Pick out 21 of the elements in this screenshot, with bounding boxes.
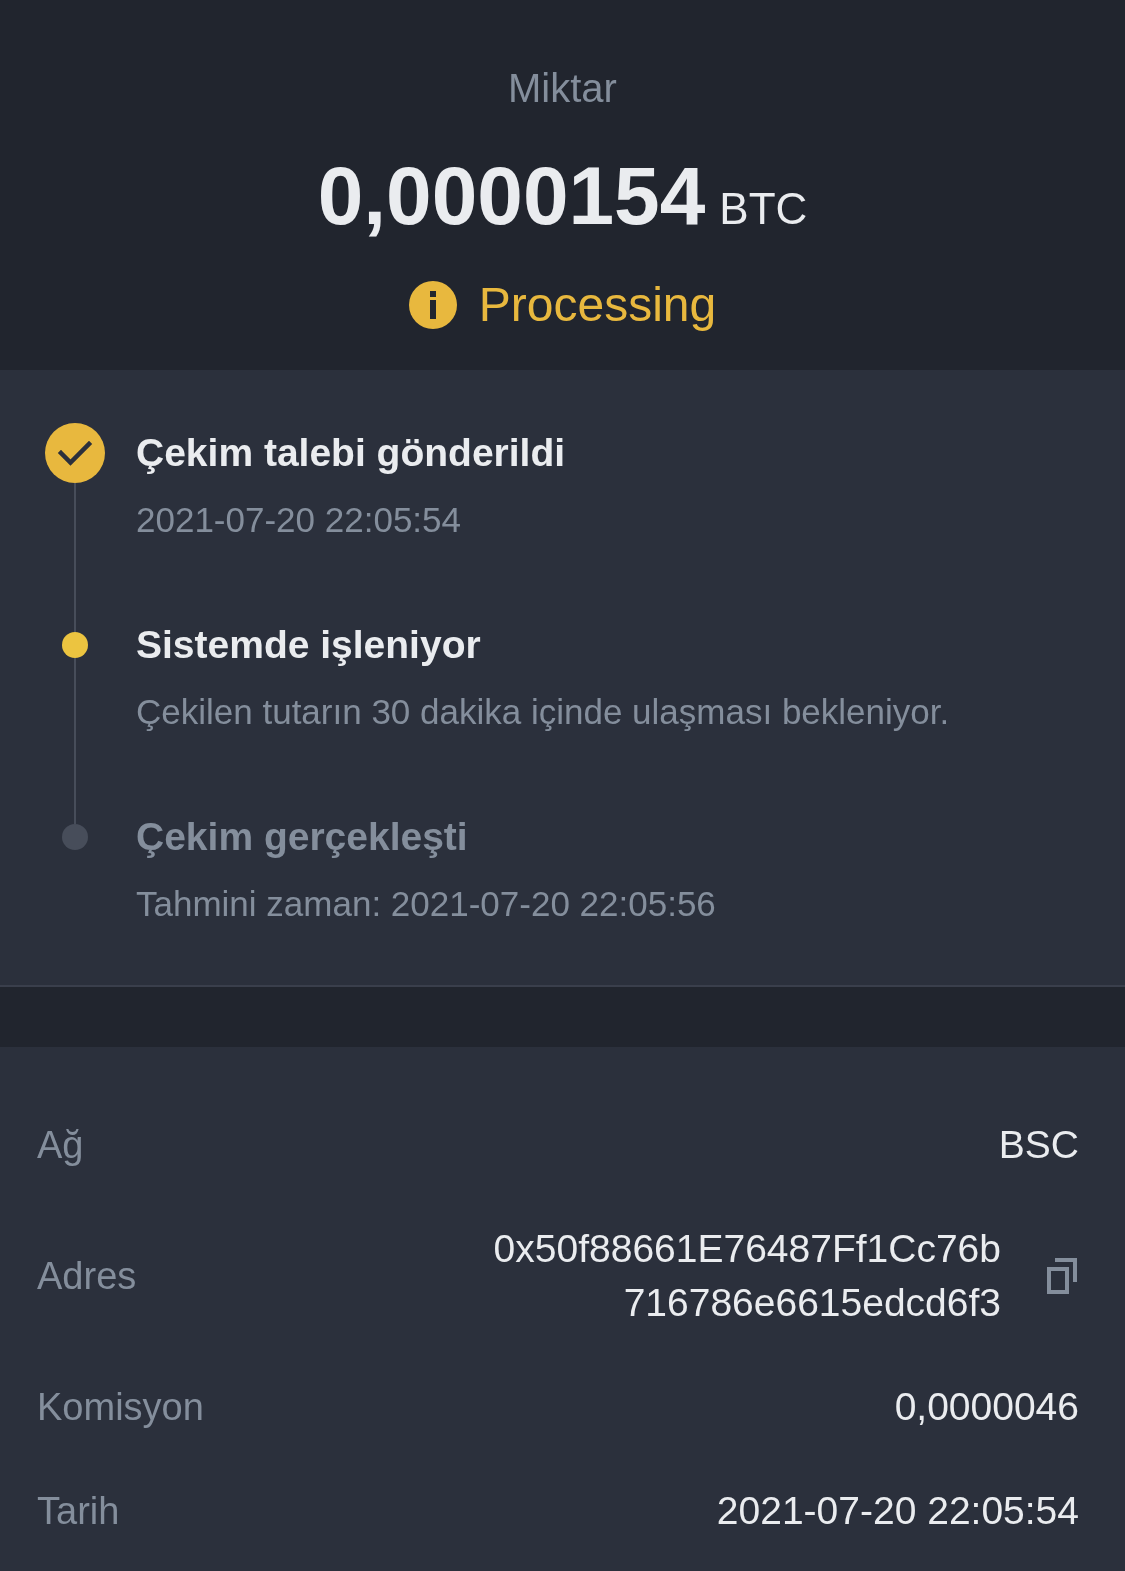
step-detail: Çekilen tutarın 30 dakika içinde ulaşması bekleniyor. <box>136 692 951 732</box>
detail-label: Ağ <box>37 1123 84 1168</box>
status-text: Processing <box>478 277 717 333</box>
detail-value: 2021-07-20 22:05:54 <box>716 1488 1079 1534</box>
amount-value: 0,0000154 <box>317 149 706 243</box>
step-title: Çekim gerçekleşti <box>136 814 468 860</box>
copy-icon[interactable] <box>1045 1256 1079 1296</box>
currency-label: BTC <box>719 184 808 234</box>
step-title: Sistemde işleniyor <box>136 622 481 668</box>
step-detail: 2021-07-20 22:05:54 <box>136 500 462 540</box>
detail-value: BSC <box>998 1122 1079 1168</box>
detail-label: Adres <box>37 1254 137 1299</box>
step-title: Çekim talebi gönderildi <box>136 430 566 476</box>
detail-label: Tarih <box>37 1489 120 1534</box>
detail-value: 0x50f88661E76487Ff1Cc76b 716786e6615edcd6f3 <box>493 1226 1001 1326</box>
detail-label: Komisyon <box>37 1385 204 1430</box>
step-detail: Tahmini zaman: 2021-07-20 22:05:56 <box>136 884 717 924</box>
check-circle-icon <box>45 423 105 483</box>
amount-label: Miktar <box>508 65 617 111</box>
info-icon <box>408 281 457 329</box>
detail-value: 0,0000046 <box>894 1384 1079 1430</box>
